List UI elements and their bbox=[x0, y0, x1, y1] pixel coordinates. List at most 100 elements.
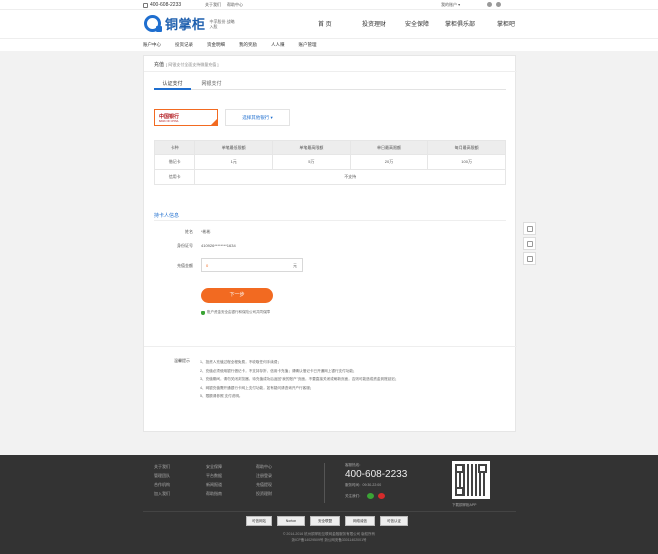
nav-security[interactable]: 安全保障 bbox=[405, 19, 445, 28]
table-cell: 1元 bbox=[194, 154, 274, 170]
table-cell: 信用卡 bbox=[153, 169, 196, 185]
footer-link[interactable]: 注册登录 bbox=[256, 471, 272, 480]
weixin-icon[interactable] bbox=[366, 493, 374, 499]
table-header: 单笔最高限额 bbox=[272, 140, 351, 155]
divider bbox=[144, 71, 517, 72]
header: 铜掌柜 中孚股份 战略入股 首 页 投资理财 安全保障 掌柜俱乐部 掌柜吧 bbox=[0, 10, 658, 38]
qr-corner bbox=[455, 464, 464, 473]
table-cell: 借记卡 bbox=[153, 154, 196, 170]
online-service-button[interactable] bbox=[523, 222, 536, 235]
table-row: 信用卡 不支持 bbox=[153, 169, 506, 185]
subnav-referral[interactable]: 人人赚 bbox=[271, 42, 285, 48]
qrcode-button[interactable] bbox=[523, 252, 536, 265]
follow-label: 关注我们： bbox=[345, 493, 363, 498]
id-label: 身份证号 bbox=[177, 243, 193, 248]
table-row: 借记卡 1元 5万 20万 100万 bbox=[153, 154, 506, 170]
subnav-invest-records[interactable]: 投资记录 bbox=[175, 42, 193, 48]
trust-badge[interactable]: 网络诚信 bbox=[345, 516, 375, 526]
table-cell: 20万 bbox=[349, 154, 429, 170]
footer-link[interactable]: 帮助中心 bbox=[256, 462, 272, 471]
shield-icon bbox=[201, 310, 205, 315]
subnav-account-manage[interactable]: 账户管理 bbox=[299, 42, 317, 48]
qrcode-label: 下载铜掌柜APP bbox=[452, 503, 477, 507]
nav-club[interactable]: 掌柜俱乐部 bbox=[445, 19, 497, 28]
footer-divider bbox=[143, 511, 516, 512]
footer-link[interactable]: 合作机构 bbox=[154, 480, 170, 489]
main-nav: 首 页 投资理财 安全保障 掌柜俱乐部 掌柜吧 bbox=[318, 19, 515, 28]
hotline-label: 客服热线： bbox=[345, 463, 363, 467]
top-links: 关于我们 帮助中心 bbox=[205, 2, 243, 8]
footer-link[interactable]: 平台数据 bbox=[206, 471, 222, 480]
id-value: 410926********1634 bbox=[201, 243, 236, 248]
trust-badge[interactable]: 可信认证 bbox=[380, 516, 408, 526]
divider bbox=[154, 220, 506, 221]
tab-auth-pay[interactable]: 认证支付 bbox=[154, 78, 191, 90]
hotline-number: 400-608-2233 bbox=[345, 469, 408, 480]
weibo-icon[interactable] bbox=[377, 493, 385, 499]
footer-col-security: 安全保障 平台数据 新闻报道 帮助指南 bbox=[206, 462, 222, 498]
trust-badge[interactable]: Norton bbox=[277, 516, 305, 526]
tip-item: 4、网银充值需开通银行卡网上支付功能，如有疑问请咨询开户行客服； bbox=[200, 385, 314, 390]
next-step-button[interactable]: 下一步 bbox=[201, 288, 273, 303]
sub-nav: 账户中心 投资记录 资金明细 我的奖励 人人赚 账户管理 bbox=[0, 38, 658, 51]
tip-item: 5、限额请参照 支付说明。 bbox=[200, 394, 243, 399]
service-time: 服务时间：09:30-22:00 bbox=[345, 483, 382, 487]
name-value: *彬彬 bbox=[201, 229, 211, 234]
name-label: 姓名 bbox=[185, 229, 193, 234]
bank-name: 中国银行 bbox=[159, 114, 180, 120]
phone-icon bbox=[526, 240, 533, 247]
subnav-fund-details[interactable]: 资金明细 bbox=[207, 42, 225, 48]
footer: 关于我们 管理团队 合作机构 加入我们 安全保障 平台数据 新闻报道 帮助指南 … bbox=[0, 455, 658, 554]
safety-note-text: 账户资金安全由银行和保险公司共同保障 bbox=[207, 310, 270, 314]
selected-bank[interactable]: 中国银行 BANK OF CHINA bbox=[154, 109, 218, 126]
icp-text: 浙ICP备14029509号 浙公网安备33011402001号 bbox=[291, 538, 367, 542]
tips-title: 温馨提示 bbox=[174, 358, 190, 363]
follow-us: 关注我们： bbox=[345, 493, 385, 499]
amount-label: 充值金额 bbox=[177, 263, 193, 268]
tab-online-bank[interactable]: 网银支付 bbox=[194, 78, 229, 90]
table-header-row: 卡种 单笔最低限额 单笔最高限额 单日最高限额 每月最高限额 bbox=[153, 140, 506, 155]
my-account-link[interactable]: 我的账户 ▾ bbox=[441, 2, 460, 8]
top-link-help[interactable]: 帮助中心 bbox=[227, 2, 243, 8]
table-header: 每月最高限额 bbox=[427, 140, 506, 155]
footer-link[interactable]: 关于我们 bbox=[154, 462, 170, 471]
page-title-text: 充值 bbox=[154, 62, 165, 68]
top-link-about[interactable]: 关于我们 bbox=[205, 2, 221, 8]
footer-link[interactable]: 充值提现 bbox=[256, 480, 272, 489]
weixin-icon[interactable] bbox=[487, 2, 492, 7]
app-qrcode bbox=[452, 461, 490, 499]
table-header: 单笔最低限额 bbox=[194, 140, 274, 155]
phone-service-button[interactable] bbox=[523, 237, 536, 250]
footer-col-help: 帮助中心 注册登录 充值提现 投资理财 bbox=[256, 462, 272, 498]
trust-badge[interactable]: 可信网站 bbox=[246, 516, 272, 526]
logo-slogan: 中孚股份 战略入股 bbox=[209, 18, 235, 29]
trust-badge[interactable]: 安全联盟 bbox=[310, 516, 340, 526]
subnav-account-center[interactable]: 账户中心 bbox=[143, 42, 161, 48]
section-title: 持卡人信息 bbox=[154, 213, 180, 219]
weibo-icon[interactable] bbox=[496, 2, 501, 7]
qrcode-icon bbox=[526, 255, 533, 262]
chat-icon bbox=[526, 225, 533, 232]
footer-link[interactable]: 新闻报道 bbox=[206, 480, 222, 489]
subnav-rewards[interactable]: 我的奖励 bbox=[239, 42, 257, 48]
nav-home[interactable]: 首 页 bbox=[318, 19, 362, 28]
logo[interactable]: 铜掌柜 中孚股份 战略入股 bbox=[144, 14, 236, 33]
footer-link[interactable]: 帮助指南 bbox=[206, 489, 222, 498]
logo-mark-icon bbox=[144, 15, 162, 32]
footer-link[interactable]: 管理团队 bbox=[154, 471, 170, 480]
top-phone-number: 400-608-2233 bbox=[150, 2, 182, 8]
nav-invest[interactable]: 投资理财 bbox=[362, 19, 405, 28]
footer-link[interactable]: 安全保障 bbox=[206, 462, 222, 471]
copyright: © 2014-2016 杭州铜掌柜互联网金融服务有限公司 版权所有 浙ICP备1… bbox=[0, 531, 658, 543]
amount-input[interactable]: 0 元 bbox=[201, 258, 303, 272]
choose-other-bank-button[interactable]: 选择其他银行 ▾ bbox=[225, 109, 290, 126]
nav-forum[interactable]: 掌柜吧 bbox=[497, 19, 515, 28]
safety-note: 账户资金安全由银行和保险公司共同保障 bbox=[201, 310, 270, 315]
footer-link[interactable]: 加入我们 bbox=[154, 489, 170, 498]
divider bbox=[144, 346, 517, 347]
footer-link[interactable]: 投资理财 bbox=[256, 489, 272, 498]
qr-corner bbox=[455, 487, 464, 496]
top-social-icons bbox=[487, 2, 501, 7]
amount-unit: 元 bbox=[293, 263, 297, 268]
qr-corner bbox=[478, 464, 487, 473]
